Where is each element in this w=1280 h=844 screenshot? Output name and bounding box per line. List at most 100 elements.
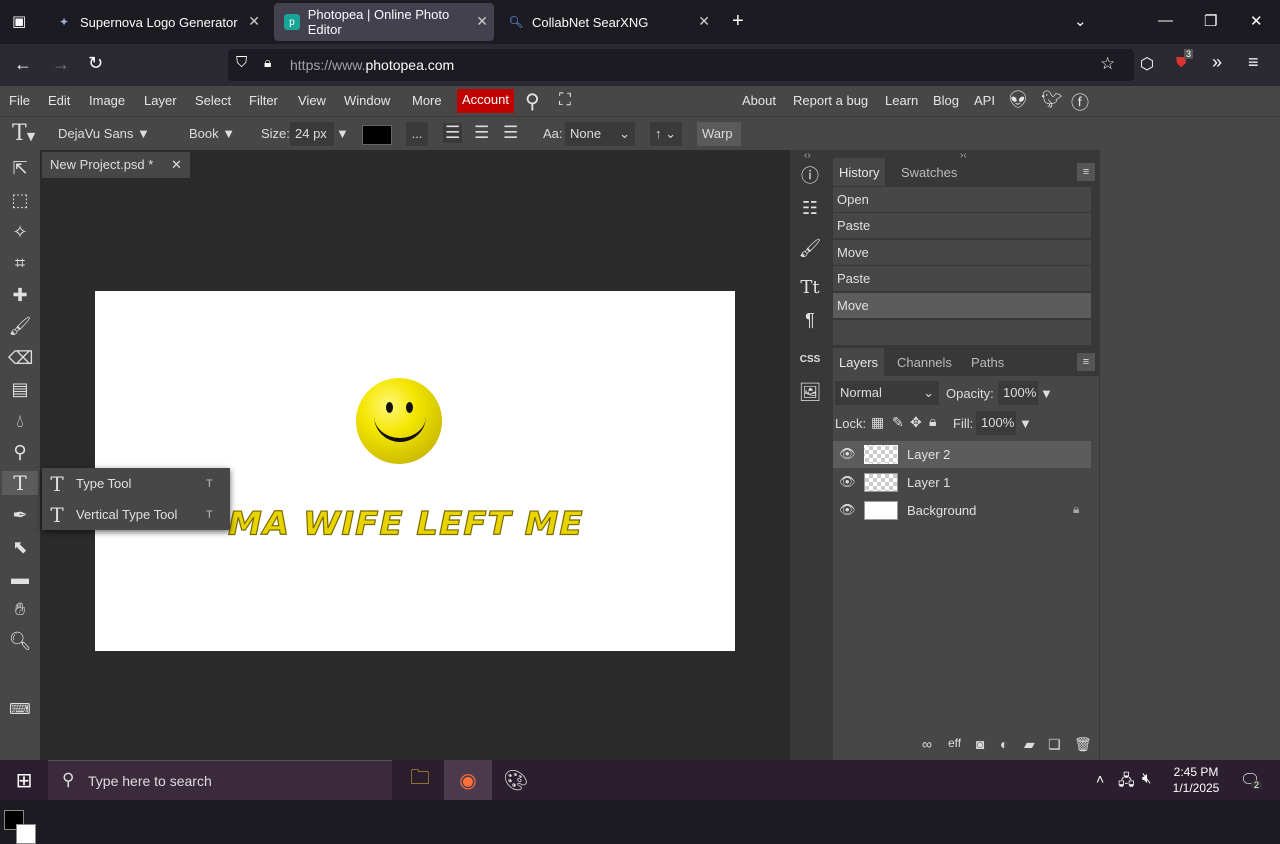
- reload-icon[interactable]: ↻: [88, 53, 103, 74]
- layer-row-layer-2[interactable]: 👁︎ Layer 2: [833, 441, 1091, 468]
- font-size-input[interactable]: 24 px: [290, 122, 334, 146]
- taskbar-clock[interactable]: 2:45 PM 1/1/2025: [1166, 764, 1226, 796]
- antialias-select[interactable]: None ⌄: [565, 122, 635, 146]
- tab-swatches[interactable]: Swatches: [895, 158, 963, 186]
- link-layers-icon[interactable]: ∞: [922, 736, 932, 752]
- info-icon[interactable]: ⓘ: [798, 164, 822, 188]
- marquee-tool-icon[interactable]: ⬚: [8, 188, 32, 212]
- healing-tool-icon[interactable]: ✚: [8, 283, 32, 307]
- link-api[interactable]: API: [974, 93, 995, 108]
- shield-icon[interactable]: ⛉: [236, 54, 247, 71]
- panel-menu-icon[interactable]: ≡: [1077, 353, 1095, 371]
- tab-history[interactable]: History: [833, 158, 886, 186]
- bookmark-star-icon[interactable]: ☆: [1100, 54, 1115, 74]
- eraser-tool-icon[interactable]: ⌫: [8, 346, 33, 370]
- tab-supernova[interactable]: ✦ Supernova Logo Generator ✕: [46, 3, 270, 41]
- character-icon[interactable]: Tt: [798, 276, 822, 300]
- pen-tool-icon[interactable]: ✒: [8, 503, 32, 527]
- path-select-tool-icon[interactable]: ⬉: [8, 535, 32, 559]
- collapse-arrows-icon[interactable]: ‹›: [804, 150, 811, 161]
- new-group-icon[interactable]: ▰: [1024, 736, 1035, 753]
- gradient-tool-icon[interactable]: ▤: [8, 377, 32, 401]
- adjustment-layer-icon[interactable]: ◐: [1000, 736, 1008, 752]
- delete-layer-icon[interactable]: 🗑︎: [1074, 736, 1092, 753]
- overflow-chevrons-icon[interactable]: »: [1212, 52, 1222, 73]
- firefox-icon[interactable]: ◉: [444, 760, 492, 800]
- eye-visibility-icon[interactable]: 👁︎: [839, 502, 856, 518]
- tab-layers[interactable]: Layers: [833, 348, 885, 376]
- paint-app-icon[interactable]: 🎨︎: [492, 760, 540, 800]
- brush-tool-icon[interactable]: 🖌︎: [8, 314, 32, 338]
- css-icon[interactable]: CSS: [798, 348, 822, 372]
- hand-tool-icon[interactable]: ✋︎: [8, 597, 32, 621]
- size-dropdown-icon[interactable]: ▼: [336, 126, 349, 141]
- flyout-type-tool[interactable]: T Type Tool T: [42, 468, 230, 499]
- fill-input[interactable]: 100%: [976, 411, 1016, 435]
- history-item[interactable]: Paste: [833, 266, 1091, 291]
- link-about[interactable]: About: [742, 93, 776, 108]
- minimize-icon[interactable]: —: [1158, 12, 1173, 29]
- image-icon[interactable]: 🖼︎: [798, 380, 822, 404]
- show-hidden-icons-icon[interactable]: ˄: [1096, 771, 1104, 787]
- url-bar[interactable]: ⛉ 🔒︎ https://www.photopea.com ☆: [228, 49, 1134, 81]
- menu-edit[interactable]: Edit: [48, 93, 70, 108]
- history-item[interactable]: Move: [833, 240, 1091, 265]
- menu-more[interactable]: More: [412, 93, 442, 108]
- history-item[interactable]: Open: [833, 187, 1091, 212]
- link-report-bug[interactable]: Report a bug: [793, 93, 868, 108]
- menu-window[interactable]: Window: [344, 93, 390, 108]
- new-layer-icon[interactable]: ❏: [1048, 736, 1061, 753]
- search-icon[interactable]: ⚲: [525, 89, 540, 114]
- close-document-icon[interactable]: ✕: [171, 157, 182, 172]
- opacity-dropdown-icon[interactable]: ▼: [1040, 386, 1053, 401]
- menu-filter[interactable]: Filter: [249, 93, 278, 108]
- restore-icon[interactable]: ❐: [1204, 12, 1217, 30]
- eye-visibility-icon[interactable]: 👁︎: [839, 446, 856, 462]
- list-all-tabs-icon[interactable]: ⌄: [1074, 12, 1087, 30]
- file-explorer-icon[interactable]: 🗀: [396, 760, 444, 800]
- layer-row-background[interactable]: 👁︎ Background 🔒︎: [833, 497, 1091, 524]
- keyboard-icon[interactable]: ⌨: [8, 698, 32, 722]
- lock-pixels-icon[interactable]: ✎: [892, 414, 904, 431]
- menu-view[interactable]: View: [298, 93, 326, 108]
- close-tab-icon[interactable]: ✕: [698, 13, 710, 30]
- close-window-icon[interactable]: ✕: [1250, 12, 1263, 30]
- lock-transparency-icon[interactable]: ▦: [871, 414, 884, 431]
- text-color-swatch[interactable]: [362, 125, 392, 145]
- align-right-icon[interactable]: ☰: [503, 123, 518, 143]
- type-tool-preset-icon[interactable]: T▼: [12, 121, 35, 146]
- lock-icon[interactable]: 🔒︎: [264, 54, 271, 71]
- move-tool-icon[interactable]: ⇱: [8, 156, 32, 180]
- fullscreen-icon[interactable]: ⛶: [559, 90, 571, 110]
- history-item[interactable]: Paste: [833, 213, 1091, 238]
- tab-overview-icon[interactable]: ▣: [12, 12, 26, 30]
- fill-dropdown-icon[interactable]: ▼: [1019, 416, 1032, 431]
- adjustments-icon[interactable]: ☷: [798, 196, 822, 220]
- lock-position-icon[interactable]: ✥: [910, 414, 922, 431]
- opacity-input[interactable]: 100%: [998, 381, 1038, 405]
- menu-select[interactable]: Select: [195, 93, 231, 108]
- more-options-button[interactable]: ...: [406, 122, 428, 146]
- link-learn[interactable]: Learn: [885, 93, 918, 108]
- panel-menu-icon[interactable]: ≡: [1077, 163, 1095, 181]
- shape-tool-icon[interactable]: ▬: [8, 566, 32, 590]
- tab-photopea[interactable]: p Photopea | Online Photo Editor ✕: [274, 3, 494, 41]
- tab-paths[interactable]: Paths: [965, 348, 1010, 376]
- close-tab-icon[interactable]: ✕: [248, 13, 260, 30]
- hamburger-menu-icon[interactable]: ≡: [1248, 52, 1259, 73]
- tab-channels[interactable]: Channels: [891, 348, 958, 376]
- tab-searxng[interactable]: 🔍︎ CollabNet SearXNG ✕: [498, 3, 720, 41]
- spacing-select[interactable]: ↑ ⌄: [650, 122, 682, 146]
- crop-tool-icon[interactable]: ⌗: [8, 251, 32, 275]
- align-center-icon[interactable]: ☰: [474, 123, 489, 143]
- layer-mask-icon[interactable]: ◙: [976, 736, 984, 752]
- volume-muted-icon[interactable]: 🔇︎: [1142, 770, 1151, 787]
- link-blog[interactable]: Blog: [933, 93, 959, 108]
- extensions-icon[interactable]: ⬡: [1140, 54, 1154, 74]
- network-icon[interactable]: 🖧: [1118, 770, 1135, 795]
- dodge-tool-icon[interactable]: ⚲: [8, 440, 32, 464]
- menu-image[interactable]: Image: [89, 93, 125, 108]
- menu-layer[interactable]: Layer: [144, 93, 177, 108]
- font-style-select[interactable]: Book ▼: [189, 126, 235, 141]
- align-left-icon[interactable]: ☰: [443, 123, 463, 143]
